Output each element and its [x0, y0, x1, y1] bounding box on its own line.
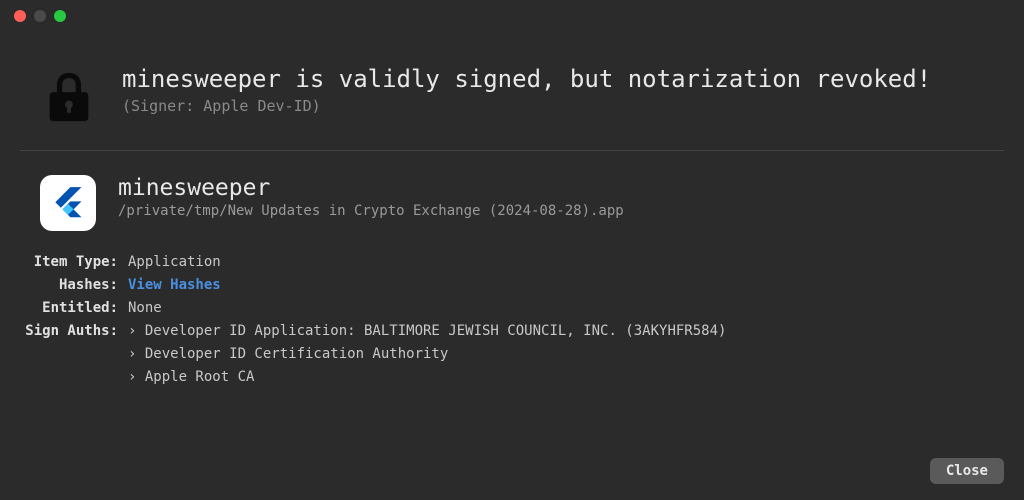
status-subtitle: (Signer: Apple Dev-ID) — [122, 97, 984, 115]
item-type-label: Item Type: — [20, 251, 128, 274]
status-header: minesweeper is validly signed, but notar… — [0, 32, 1024, 150]
details-section: Item Type: Application Hashes: View Hash… — [0, 243, 1024, 390]
app-icon — [40, 175, 96, 231]
item-type-row: Item Type: Application — [20, 251, 1004, 274]
close-button[interactable]: Close — [930, 458, 1004, 484]
app-name: minesweeper — [118, 175, 624, 201]
zoom-window-button[interactable] — [54, 10, 66, 22]
sign-auths-row: Sign Auths: Developer ID Application: BA… — [20, 320, 1004, 389]
view-hashes-link[interactable]: View Hashes — [128, 277, 221, 293]
hashes-row: Hashes: View Hashes — [20, 274, 1004, 297]
app-info: minesweeper /private/tmp/New Updates in … — [0, 151, 1024, 243]
app-path: /private/tmp/New Updates in Crypto Excha… — [118, 203, 624, 219]
minimize-window-button[interactable] — [34, 10, 46, 22]
hashes-label: Hashes: — [20, 274, 128, 297]
item-type-value: Application — [128, 251, 1004, 274]
entitled-row: Entitled: None — [20, 297, 1004, 320]
window-titlebar — [0, 0, 1024, 32]
sign-auth-item: Developer ID Application: BALTIMORE JEWI… — [128, 320, 1004, 343]
close-window-button[interactable] — [14, 10, 26, 22]
lock-icon — [40, 68, 98, 126]
status-title: minesweeper is validly signed, but notar… — [122, 64, 984, 95]
footer: Close — [930, 458, 1004, 484]
sign-auth-item: Developer ID Certification Authority — [128, 343, 1004, 366]
entitled-label: Entitled: — [20, 297, 128, 320]
sign-auths-list: Developer ID Application: BALTIMORE JEWI… — [128, 320, 1004, 389]
entitled-value: None — [128, 297, 1004, 320]
sign-auth-item: Apple Root CA — [128, 366, 1004, 389]
sign-auths-label: Sign Auths: — [20, 320, 128, 343]
